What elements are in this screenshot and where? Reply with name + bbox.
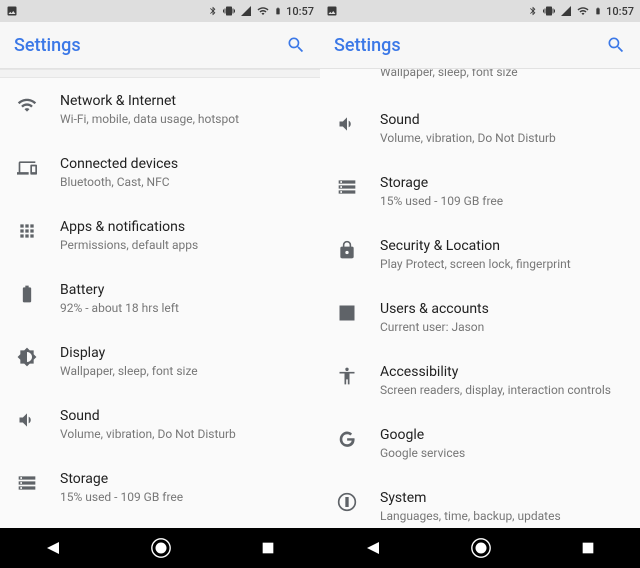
accessibility-icon	[336, 365, 358, 387]
google-icon	[336, 428, 358, 450]
list-item[interactable]: Storage 15% used - 109 GB free	[0, 456, 320, 519]
home-button[interactable]	[150, 537, 172, 559]
item-subtitle: Volume, vibration, Do Not Disturb	[380, 131, 624, 146]
settings-list[interactable]: DisplayWallpaper, sleep, font size Sound V…	[320, 69, 640, 528]
item-subtitle: Google services	[380, 446, 624, 461]
navigation-bar	[320, 528, 640, 568]
sound-icon	[336, 113, 358, 135]
item-title: Security & Location	[380, 237, 624, 255]
item-subtitle: Bluetooth, Cast, NFC	[60, 175, 304, 190]
user-icon	[336, 302, 358, 324]
battery-icon	[16, 283, 38, 305]
item-title: Google	[380, 426, 624, 444]
display-icon	[16, 346, 38, 368]
storage-icon	[16, 472, 38, 494]
appbar-shadow	[0, 69, 320, 78]
item-subtitle: 15% used - 109 GB free	[60, 490, 304, 505]
item-subtitle: Languages, time, backup, updates	[380, 509, 624, 524]
list-item[interactable]: DisplayWallpaper, sleep, font size	[320, 69, 640, 97]
item-title: System	[380, 489, 624, 507]
storage-icon	[336, 176, 358, 198]
vibrate-icon	[222, 5, 236, 17]
search-button[interactable]	[606, 35, 626, 55]
apps-icon	[16, 220, 38, 242]
page-title: Settings	[14, 35, 286, 56]
item-subtitle: Wallpaper, sleep, font size	[380, 69, 624, 80]
search-button[interactable]	[286, 35, 306, 55]
item-subtitle: Screen readers, display, interaction con…	[380, 383, 624, 398]
list-item[interactable]: Users & accounts Current user: Jason	[320, 286, 640, 349]
item-subtitle: Volume, vibration, Do Not Disturb	[60, 427, 304, 442]
item-subtitle: 92% - about 18 hrs left	[60, 301, 304, 316]
wifi-status-icon	[576, 5, 590, 17]
wifi-icon	[16, 94, 38, 116]
phone-right: 10:57 Settings DisplayWallpaper, sleep, …	[320, 0, 640, 568]
item-title: Storage	[60, 470, 304, 488]
signal-icon	[240, 5, 252, 17]
item-title: Connected devices	[60, 155, 304, 173]
item-title: Accessibility	[380, 363, 624, 381]
settings-list[interactable]: Network & Internet Wi-Fi, mobile, data us…	[0, 78, 320, 528]
status-bar: 10:57	[0, 0, 320, 22]
appbar: Settings	[320, 22, 640, 69]
list-item[interactable]: Security & LocationPlay Protect, screen …	[0, 519, 320, 528]
recents-button[interactable]	[260, 540, 276, 556]
list-item[interactable]: Security & Location Play Protect, screen …	[320, 223, 640, 286]
list-item[interactable]: Accessibility Screen readers, display, in…	[320, 349, 640, 412]
clock-text: 10:57	[286, 5, 314, 18]
battery-status-icon	[594, 5, 602, 17]
list-item[interactable]: Connected devices Bluetooth, Cast, NFC	[0, 141, 320, 204]
list-item[interactable]: Google Google services	[320, 412, 640, 475]
bluetooth-icon	[528, 5, 538, 17]
back-button[interactable]	[44, 539, 62, 557]
picture-icon	[326, 5, 338, 17]
battery-status-icon	[274, 5, 282, 17]
home-button[interactable]	[470, 537, 492, 559]
navigation-bar	[0, 528, 320, 568]
item-title: Display	[60, 344, 304, 362]
item-title: Network & Internet	[60, 92, 304, 110]
item-title: Battery	[60, 281, 304, 299]
item-title: Users & accounts	[380, 300, 624, 318]
item-subtitle: Wallpaper, sleep, font size	[60, 364, 304, 379]
list-item[interactable]: Network & Internet Wi-Fi, mobile, data us…	[0, 78, 320, 141]
list-item[interactable]: Apps & notifications Permissions, default…	[0, 204, 320, 267]
item-title: Storage	[380, 174, 624, 192]
list-item[interactable]: Sound Volume, vibration, Do Not Disturb	[320, 97, 640, 160]
vibrate-icon	[542, 5, 556, 17]
list-item[interactable]: System Languages, time, backup, updates	[320, 475, 640, 528]
info-icon	[336, 491, 358, 513]
lock-icon	[336, 239, 358, 261]
devices-icon	[16, 157, 38, 179]
page-title: Settings	[334, 35, 606, 56]
signal-icon	[560, 5, 572, 17]
list-item[interactable]: Sound Volume, vibration, Do Not Disturb	[0, 393, 320, 456]
wifi-status-icon	[256, 5, 270, 17]
picture-icon	[6, 5, 18, 17]
item-subtitle: Play Protect, screen lock, fingerprint	[380, 257, 624, 272]
item-title: Sound	[380, 111, 624, 129]
bluetooth-icon	[208, 5, 218, 17]
list-item[interactable]: Display Wallpaper, sleep, font size	[0, 330, 320, 393]
item-subtitle: Wi-Fi, mobile, data usage, hotspot	[60, 112, 304, 127]
list-item[interactable]: Storage 15% used - 109 GB free	[320, 160, 640, 223]
appbar: Settings	[0, 22, 320, 69]
status-bar: 10:57	[320, 0, 640, 22]
recents-button[interactable]	[580, 540, 596, 556]
sound-icon	[16, 409, 38, 431]
item-title: Apps & notifications	[60, 218, 304, 236]
item-subtitle: Permissions, default apps	[60, 238, 304, 253]
item-title: Sound	[60, 407, 304, 425]
list-item[interactable]: Battery 92% - about 18 hrs left	[0, 267, 320, 330]
phone-left: 10:57 Settings Network & Internet Wi-Fi, …	[0, 0, 320, 568]
item-subtitle: 15% used - 109 GB free	[380, 194, 624, 209]
clock-text: 10:57	[606, 5, 634, 18]
back-button[interactable]	[364, 539, 382, 557]
item-subtitle: Current user: Jason	[380, 320, 624, 335]
